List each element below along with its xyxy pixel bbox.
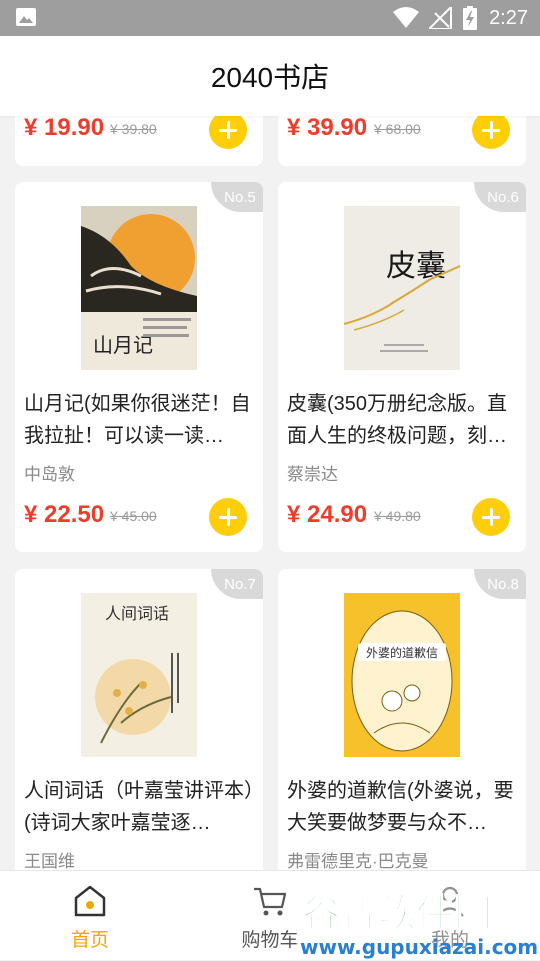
tab-home[interactable]: 首页 xyxy=(0,871,180,961)
book-original-price: ¥ 39.80 xyxy=(110,121,157,137)
book-card-partial[interactable]: ¥ 19.90 ¥ 39.80 xyxy=(15,116,263,166)
book-cover-image: 皮囊 xyxy=(344,206,460,370)
book-price: ¥ 39.90 xyxy=(287,116,368,141)
no-signal-icon xyxy=(429,7,453,29)
watermark-brand: 谷普软件园 xyxy=(302,891,492,935)
book-original-price: ¥ 68.00 xyxy=(374,121,421,137)
rank-badge: No.8 xyxy=(474,569,526,599)
rank-badge: No.7 xyxy=(211,569,263,599)
book-card[interactable]: No.5 山月记 山月记(如果你很迷茫！自我拉扯！可以读一读… 中岛敦 ¥ 22… xyxy=(15,182,263,552)
book-title: 外婆的道歉信(外婆说，要大笑要做梦要与众不… xyxy=(287,780,514,834)
app-bar: 2040书店 xyxy=(0,36,540,116)
cover-title: 外婆的道歉信 xyxy=(366,645,438,660)
book-price: ¥ 24.90 xyxy=(287,501,368,528)
watermark-logo: 谷普软件园 www.gupuxiazai.com xyxy=(296,882,540,960)
book-title: 人间词话（叶嘉莹讲评本）(诗词大家叶嘉莹逐… xyxy=(24,780,254,834)
add-to-cart-button[interactable] xyxy=(472,498,510,536)
page-title: 2040书店 xyxy=(210,62,330,93)
book-cover-image: 山月记 xyxy=(81,206,197,370)
rank-badge: No.6 xyxy=(474,182,526,212)
book-cover-image: 人间词话 xyxy=(81,593,197,757)
book-card-partial[interactable]: ¥ 39.90 ¥ 68.00 xyxy=(278,116,526,166)
book-author: 王国维 xyxy=(24,852,75,870)
home-icon xyxy=(74,885,106,917)
book-grid[interactable]: ¥ 19.90 ¥ 39.80 ¥ 39.90 ¥ 68.00 No.5 山月记… xyxy=(0,116,540,870)
book-original-price: ¥ 45.00 xyxy=(110,508,157,524)
battery-charging-icon xyxy=(463,6,478,30)
book-title: 皮囊(350万册纪念版。直面人生的终极问题，刻… xyxy=(287,393,508,447)
book-author: 中岛敦 xyxy=(24,465,75,484)
cover-title: 皮囊 xyxy=(386,249,446,284)
watermark-url: www.gupuxiazai.com xyxy=(300,935,538,959)
book-price: ¥ 22.50 xyxy=(24,501,105,528)
book-price: ¥ 19.90 xyxy=(24,116,105,141)
wifi-icon xyxy=(393,7,420,28)
book-original-price: ¥ 49.80 xyxy=(374,508,421,524)
add-to-cart-button[interactable] xyxy=(472,116,510,149)
book-author: 蔡崇达 xyxy=(287,465,338,484)
cover-title: 人间词话 xyxy=(105,604,169,623)
rank-badge: No.5 xyxy=(211,182,263,212)
add-to-cart-button[interactable] xyxy=(209,498,247,536)
tab-label-home: 首页 xyxy=(70,930,109,951)
book-cover-image: 外婆的道歉信 xyxy=(344,593,460,757)
image-notification-icon xyxy=(16,8,36,26)
shopping-cart-icon xyxy=(254,887,287,916)
book-title: 山月记(如果你很迷茫！自我拉扯！可以读一读… xyxy=(24,393,251,447)
status-bar: 2:27 xyxy=(0,0,540,36)
book-card[interactable]: No.7 人间词话 人间词话（叶嘉莹讲评本）(诗词大家叶嘉莹逐… 王国维 xyxy=(15,569,263,870)
book-card[interactable]: No.6 皮囊 皮囊(350万册纪念版。直面人生的终极问题，刻… 蔡崇达 ¥ 2… xyxy=(278,182,526,552)
status-time: 2:27 xyxy=(489,6,528,29)
book-card[interactable]: No.8 外婆的道歉信 外婆的道歉信(外婆说，要大笑要做梦要与众不… 弗雷德里克… xyxy=(278,569,526,870)
book-author: 弗雷德里克·巴克曼 xyxy=(287,852,429,870)
add-to-cart-button[interactable] xyxy=(209,116,247,149)
